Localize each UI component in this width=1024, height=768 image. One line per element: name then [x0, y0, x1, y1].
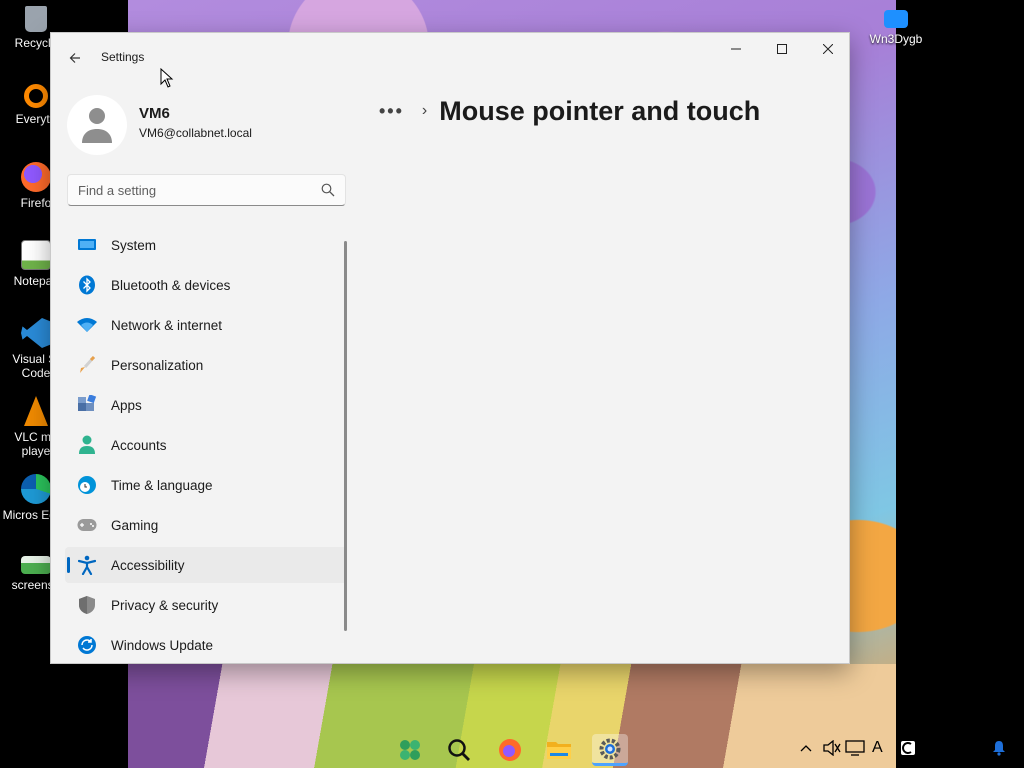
- nav-item-bluetooth-devices[interactable]: Bluetooth & devices: [65, 267, 347, 303]
- nav-item-accessibility[interactable]: Accessibility: [65, 547, 347, 583]
- breadcrumb-more-button[interactable]: •••: [379, 101, 404, 122]
- vlc-icon: [24, 396, 48, 426]
- edge-icon: [21, 474, 51, 504]
- nav-item-label: Bluetooth & devices: [111, 277, 231, 293]
- recycle-bin-icon: [25, 6, 47, 32]
- desktop-black-area: [896, 0, 1024, 768]
- nav-item-personalization[interactable]: Personalization: [65, 347, 347, 383]
- settings-window: Settings VM6 VM6@collabnet.local System …: [50, 32, 850, 664]
- brush-icon: [77, 355, 97, 375]
- nav-item-windows-update[interactable]: Windows Update: [65, 627, 347, 663]
- nav-item-system[interactable]: System: [65, 227, 347, 263]
- update-icon: [77, 635, 97, 655]
- search-icon: [448, 739, 470, 761]
- nav-item-label: Network & internet: [111, 317, 223, 333]
- search-icon[interactable]: [321, 183, 335, 197]
- maximize-button[interactable]: [759, 33, 805, 65]
- display-icon: [845, 740, 865, 756]
- nav-item-gaming[interactable]: Gaming: [65, 507, 347, 543]
- screenshot-icon: [21, 556, 51, 574]
- avatar: [67, 95, 127, 155]
- back-arrow-icon: [69, 53, 80, 63]
- nav-item-label: Gaming: [111, 517, 159, 533]
- taskbar-firefox-button[interactable]: [494, 734, 526, 766]
- bluetooth-icon: [77, 275, 97, 295]
- taskbar: [0, 728, 1024, 768]
- tray-notification-button[interactable]: [992, 736, 1006, 760]
- app-title: Settings: [101, 50, 145, 64]
- search-box[interactable]: [67, 174, 346, 206]
- nav-item-label: Accessibility: [111, 557, 185, 573]
- app-tray-icon: [901, 741, 915, 755]
- settings-icon: [599, 738, 621, 759]
- maximize-icon: [777, 44, 787, 54]
- nav-item-label: Privacy & security: [111, 597, 219, 613]
- taskbar-search-button[interactable]: [443, 734, 475, 766]
- nav-item-accounts[interactable]: Accounts: [65, 427, 347, 463]
- taskbar-settings-button[interactable]: [592, 734, 628, 766]
- firefox-icon: [499, 739, 521, 761]
- system-icon: [77, 235, 97, 255]
- vscode-icon: [21, 318, 51, 348]
- breadcrumb: ••• › Mouse pointer and touch: [379, 91, 760, 131]
- nav-item-label: Accounts: [111, 437, 167, 453]
- notepad-icon: [21, 240, 51, 270]
- shield-icon: [77, 595, 97, 615]
- nav-item-privacy-security[interactable]: Privacy & security: [65, 587, 347, 623]
- nav-scrollbar[interactable]: [344, 241, 347, 631]
- start-icon: [400, 740, 420, 760]
- close-icon: [823, 44, 833, 54]
- start-button[interactable]: [394, 734, 426, 766]
- volume-icon: [823, 740, 841, 756]
- globe-clock-icon: [77, 475, 97, 495]
- breadcrumb-separator: ›: [421, 102, 428, 119]
- search-input[interactable]: [68, 175, 308, 205]
- gamepad-icon: [77, 515, 97, 535]
- file-explorer-icon: [547, 742, 571, 759]
- back-button[interactable]: [59, 43, 91, 73]
- minimize-button[interactable]: [713, 33, 759, 65]
- minimize-icon: [731, 48, 741, 50]
- tray-language-indicator[interactable]: A: [872, 736, 883, 760]
- chevron-up-icon: [800, 745, 812, 752]
- taskbar-file-explorer-button[interactable]: [543, 734, 575, 766]
- settings-nav: System Bluetooth & devices Network & int…: [65, 227, 347, 663]
- page-title: Mouse pointer and touch: [439, 95, 761, 126]
- shortcut-icon: [884, 10, 908, 28]
- accounts-icon: [77, 435, 97, 455]
- notification-icon: [993, 741, 1005, 756]
- firefox-icon: [21, 162, 51, 192]
- nav-item-apps[interactable]: Apps: [65, 387, 347, 423]
- tray-chevron-button[interactable]: [800, 736, 812, 760]
- mouse-cursor-icon: [160, 68, 174, 88]
- desktop-icon-label: Wn3Dygb: [869, 32, 923, 46]
- user-avatar-icon: [82, 108, 112, 143]
- nav-item-network-internet[interactable]: Network & internet: [65, 307, 347, 343]
- nav-item-label: Apps: [111, 397, 142, 413]
- nav-item-label: System: [111, 237, 157, 253]
- apps-icon: [77, 395, 97, 415]
- nav-item-label: Personalization: [111, 357, 204, 373]
- desktop-icon-shortcut[interactable]: Wn3Dygb: [860, 10, 932, 46]
- everything-icon: [24, 84, 48, 108]
- accessibility-icon: [77, 555, 97, 575]
- nav-item-label: Windows Update: [111, 637, 214, 653]
- close-button[interactable]: [805, 33, 849, 65]
- nav-item-time-language[interactable]: Time & language: [65, 467, 347, 503]
- tray-display-button[interactable]: [845, 736, 865, 760]
- nav-item-label: Time & language: [111, 477, 213, 493]
- wifi-icon: [77, 315, 97, 335]
- user-name: VM6: [139, 105, 170, 122]
- tray-app-button[interactable]: [900, 736, 916, 760]
- user-email: VM6@collabnet.local: [139, 126, 252, 140]
- tray-volume-button[interactable]: [823, 736, 841, 760]
- user-profile[interactable]: VM6 VM6@collabnet.local: [67, 95, 367, 159]
